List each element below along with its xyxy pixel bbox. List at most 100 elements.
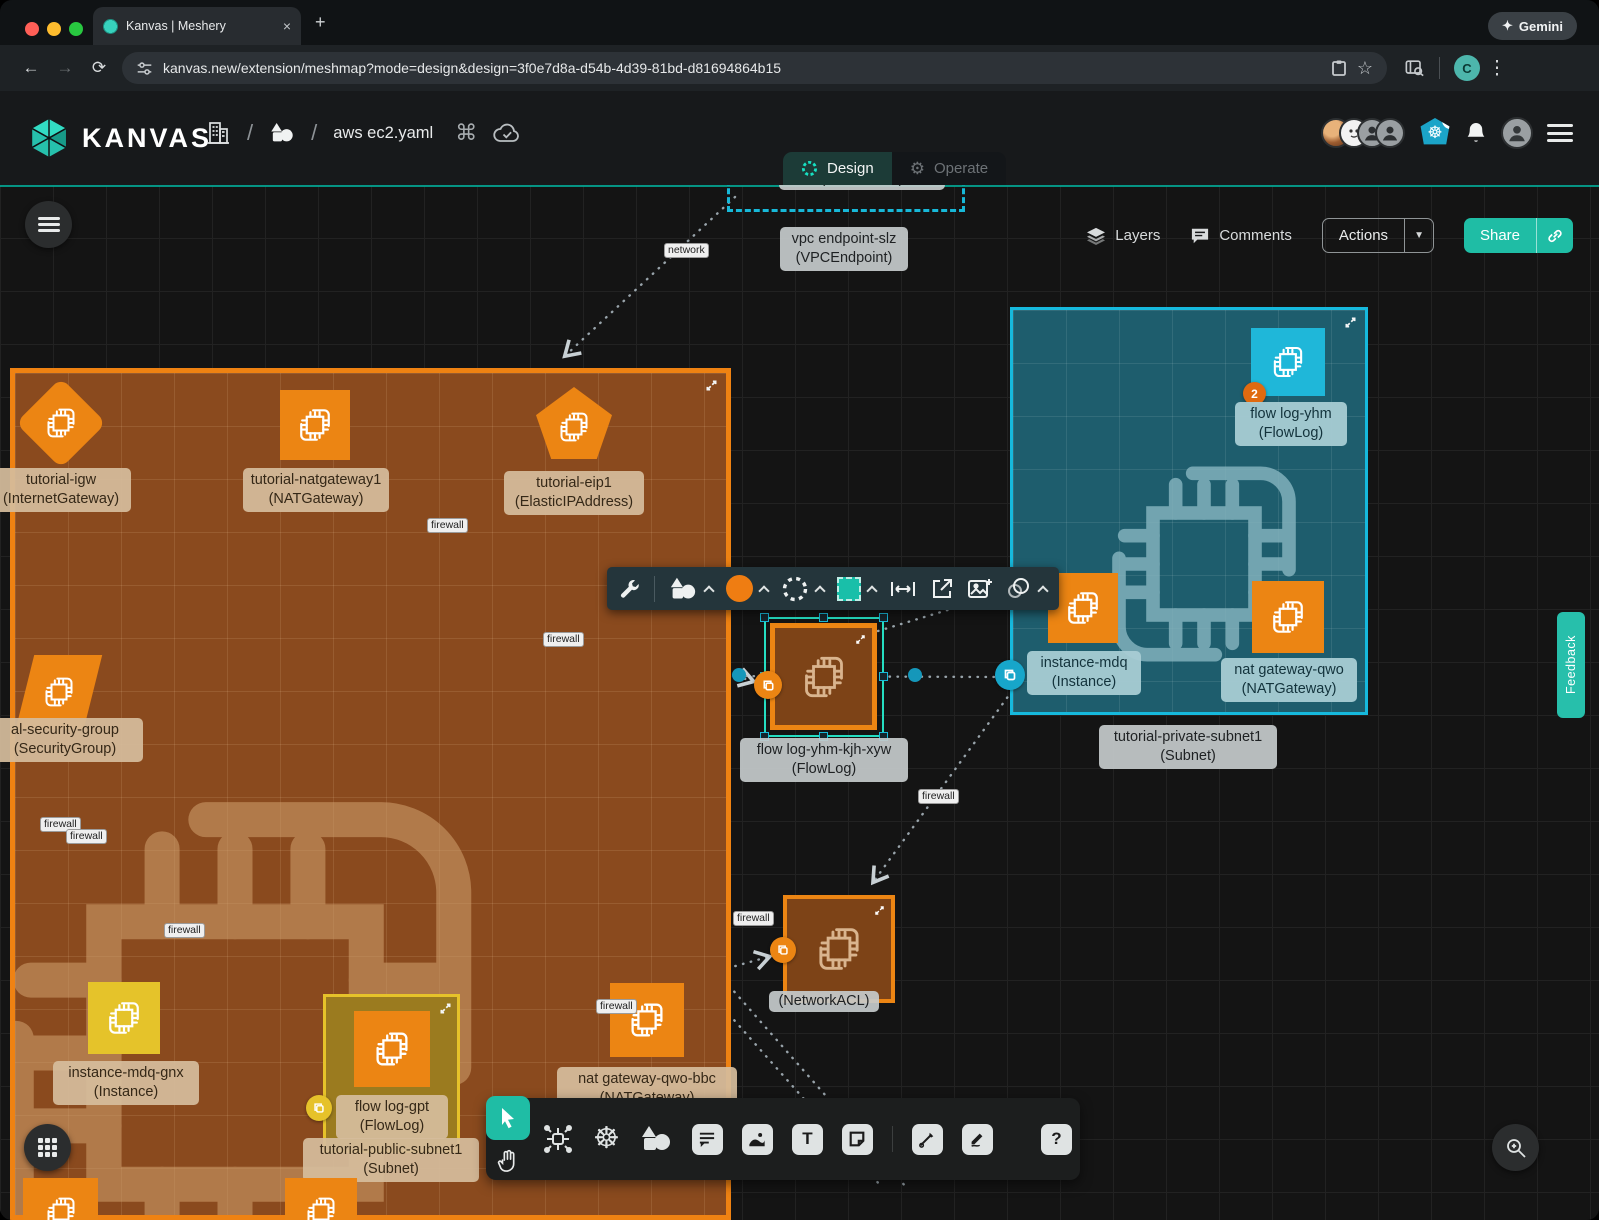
subnet-private-container[interactable]: 2 flow log-yhm(FlowLog) instance-mdq(Ins… xyxy=(1010,307,1368,715)
gemini-button[interactable]: ✦ Gemini xyxy=(1488,12,1577,40)
connection-badge[interactable] xyxy=(754,671,782,699)
cloud-save-icon[interactable] xyxy=(493,122,521,144)
node-label[interactable]: instance-mdq-gnx(Instance) xyxy=(53,1061,199,1105)
help-tool[interactable]: ? xyxy=(1041,1124,1072,1155)
node-label[interactable]: tutorial-natgateway1(NATGateway) xyxy=(243,468,389,512)
apps-grid-button[interactable] xyxy=(24,1124,71,1171)
user-avatar[interactable] xyxy=(1501,117,1533,149)
line-tool[interactable] xyxy=(912,1124,943,1155)
collapse-icon[interactable] xyxy=(874,905,885,916)
collapse-icon[interactable] xyxy=(705,379,718,392)
resize-width-icon[interactable] xyxy=(889,578,917,600)
site-settings-icon[interactable] xyxy=(136,60,153,77)
comments-button[interactable]: Comments xyxy=(1190,227,1292,245)
window-zoom-button[interactable] xyxy=(69,22,83,36)
zoom-button[interactable] xyxy=(1492,1124,1539,1171)
k8s-context-badge[interactable]: ☸ 0 xyxy=(1419,118,1451,148)
text-tool[interactable]: T xyxy=(792,1124,823,1155)
organization-icon[interactable] xyxy=(205,119,231,147)
node-label[interactable]: al-security-group(SecurityGroup) xyxy=(0,718,143,762)
subnet-public-container[interactable]: tutorial-igw(InternetGateway) tutorial-n… xyxy=(10,368,731,1220)
node-flowlog-selected[interactable] xyxy=(770,623,877,730)
border-style-tool[interactable] xyxy=(781,575,824,603)
subnet-label[interactable]: tutorial-private-subnet1(Subnet) xyxy=(1099,725,1277,769)
design-canvas[interactable]: tutorial-igw(InternetGateway) tutorial-n… xyxy=(0,185,1599,1220)
resize-handle[interactable] xyxy=(760,613,769,622)
chevron-up-icon[interactable] xyxy=(1037,585,1048,596)
node-label[interactable]: flow log-yhm(FlowLog) xyxy=(1235,402,1347,446)
fill-color-tool[interactable] xyxy=(726,575,768,602)
new-tab-button[interactable]: + xyxy=(315,12,326,33)
connection-badge[interactable] xyxy=(995,660,1025,690)
lasso-tool[interactable] xyxy=(1006,577,1047,601)
chevron-up-icon[interactable] xyxy=(866,585,877,596)
browser-tab[interactable]: Kanvas | Meshery × xyxy=(93,7,301,45)
node-label[interactable]: nat gateway-qwo(NATGateway) xyxy=(1221,658,1357,702)
shapes-tool[interactable] xyxy=(639,1124,673,1154)
node-label[interactable]: tutorial-igw(InternetGateway) xyxy=(0,468,131,512)
actions-button[interactable]: Actions ▼ xyxy=(1322,218,1434,253)
fill-color-swatch[interactable] xyxy=(726,575,753,602)
collaborator-avatar[interactable] xyxy=(1375,118,1405,148)
designs-icon[interactable] xyxy=(269,121,295,145)
open-in-new-icon[interactable] xyxy=(930,577,954,601)
image-tool[interactable] xyxy=(742,1124,773,1155)
shapes-tool[interactable] xyxy=(668,576,713,602)
forward-icon[interactable]: → xyxy=(48,58,82,78)
tab-design[interactable]: Design xyxy=(783,152,892,185)
tab-close-icon[interactable]: × xyxy=(283,18,291,34)
node-nat-gateway-1[interactable] xyxy=(280,390,350,460)
add-image-icon[interactable] xyxy=(967,577,993,601)
window-close-button[interactable] xyxy=(25,22,39,36)
chevron-up-icon[interactable] xyxy=(758,585,769,596)
connection-badge[interactable] xyxy=(306,1095,332,1121)
bookmark-star-icon[interactable]: ☆ xyxy=(1357,58,1373,79)
node-label[interactable]: flow log-yhm-kjh-xyw(FlowLog) xyxy=(740,738,908,782)
share-button[interactable]: Share xyxy=(1464,218,1573,253)
collapse-icon[interactable] xyxy=(855,634,866,645)
comment-tool[interactable] xyxy=(692,1124,723,1155)
tab-search-icon[interactable] xyxy=(1405,59,1425,77)
browser-profile-avatar[interactable]: C xyxy=(1454,55,1480,81)
chevron-up-icon[interactable] xyxy=(703,585,714,596)
chevron-up-icon[interactable] xyxy=(814,585,825,596)
feedback-tab[interactable]: Feedback xyxy=(1557,612,1585,718)
collapse-icon[interactable] xyxy=(1344,316,1357,329)
notifications-bell-icon[interactable] xyxy=(1465,121,1487,145)
node-label[interactable]: instance-mdq(Instance) xyxy=(1027,651,1141,695)
share-link-icon[interactable] xyxy=(1536,218,1573,253)
node-label[interactable]: (RouteTable) xyxy=(779,185,945,190)
node-partial[interactable] xyxy=(23,1178,98,1220)
layers-button[interactable]: Layers xyxy=(1086,227,1160,245)
header-menu-icon[interactable] xyxy=(1547,124,1573,142)
edge-endpoint-dot[interactable] xyxy=(732,668,746,682)
save-bookmark-icon[interactable] xyxy=(1331,59,1347,77)
node-label[interactable]: (NetworkACL) xyxy=(769,991,879,1012)
node-flowlog-gpt[interactable] xyxy=(354,1011,430,1087)
reload-icon[interactable]: ⟳ xyxy=(82,58,116,78)
selection-style-tool[interactable] xyxy=(837,577,876,601)
mesh-sync-icon[interactable]: ⌘ xyxy=(455,120,477,146)
selected-node-flowlog[interactable] xyxy=(764,617,884,737)
kanvas-logo[interactable]: KANVAS xyxy=(28,117,212,159)
node-nat-gateway-qwo[interactable] xyxy=(1252,581,1324,653)
kubernetes-tool[interactable]: ☸ xyxy=(593,1124,620,1154)
node-partial[interactable] xyxy=(285,1178,357,1220)
collapse-icon[interactable] xyxy=(439,1002,452,1015)
resize-handle[interactable] xyxy=(819,613,828,622)
back-icon[interactable]: ← xyxy=(14,58,48,78)
resize-handle[interactable] xyxy=(879,613,888,622)
node-instance-gnx[interactable] xyxy=(88,982,160,1054)
group-flowlog-gpt[interactable]: flow log-gpt(FlowLog) xyxy=(323,994,460,1153)
tab-operate[interactable]: ⚙ Operate xyxy=(892,152,1006,185)
window-minimize-button[interactable] xyxy=(47,22,61,36)
actions-caret-icon[interactable]: ▼ xyxy=(1404,219,1433,252)
node-label[interactable]: vpc endpoint-slz(VPCEndpoint) xyxy=(780,227,908,271)
url-bar-input[interactable]: kanvas.new/extension/meshmap?mode=design… xyxy=(122,52,1387,84)
subnet-label[interactable]: tutorial-public-subnet1(Subnet) xyxy=(303,1138,479,1182)
components-tool[interactable] xyxy=(542,1123,574,1155)
freehand-tool[interactable] xyxy=(962,1124,993,1155)
note-tool[interactable] xyxy=(842,1124,873,1155)
resize-handle[interactable] xyxy=(879,672,888,681)
connection-badge[interactable] xyxy=(770,937,796,963)
